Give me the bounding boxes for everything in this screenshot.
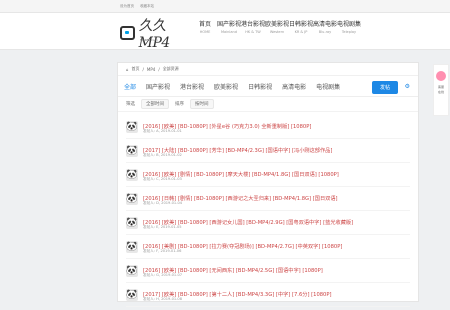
category-tabs: 全部 国产影视 港台影视 欧美影视 日韩影视 高清电影 电视剧集 发帖 ⚙	[118, 76, 418, 97]
thread-meta: 发帖人: D, 2019-01-04	[143, 201, 183, 205]
avatar: 🐼	[126, 288, 138, 301]
site-logo[interactable]: 久久MP4 Mp4Ba.com	[120, 18, 190, 51]
home-icon[interactable]: ⌂	[126, 67, 129, 72]
list-item[interactable]: 🐼 [2017] [欧美] [BD-1080P] [第十二人] [BD-MP4/…	[126, 283, 410, 307]
filter-bar: 筛选 全部时间 排序 按时间	[118, 97, 418, 112]
sort-select[interactable]: 按时间	[190, 99, 214, 109]
nav-blu-ray[interactable]: 高清电影 Blu-ray	[313, 19, 337, 43]
thread-meta: 发帖人: E, 2019-01-05	[143, 225, 182, 229]
breadcrumb-home[interactable]: 首页	[132, 66, 140, 72]
filter-label: 筛选	[126, 102, 135, 107]
avatar: 🐼	[126, 192, 138, 205]
nav-western[interactable]: 欧美影视 Western	[265, 19, 289, 43]
settings-icon[interactable]: ⚙	[405, 83, 410, 90]
avatar: 🐼	[126, 168, 138, 181]
logo-text: 久久MP4	[138, 18, 171, 51]
breadcrumb-all: 全部资源	[162, 66, 179, 71]
list-item[interactable]: 🐼 [2016] [欧美] [BD-1080P] [外星e谷 (巧克力3.0) …	[126, 115, 410, 139]
thread-meta: 发帖人: A, 2019-01-01	[143, 129, 182, 133]
list-item[interactable]: 🐼 [2016] [欧美] [BD-1080P] [西游记女儿国] [BD-MP…	[126, 211, 410, 235]
tab-blu-ray[interactable]: 高清电影	[282, 82, 306, 91]
list-item[interactable]: 🐼 [2016] [日韩] [剧情] [BD-1080P] [西游记之大圣归来]…	[126, 187, 410, 211]
logo-subtitle: Mp4Ba.com	[140, 38, 158, 42]
nav-teleplay[interactable]: 电视剧集 Teleplay	[337, 19, 361, 43]
site-header: 久久MP4 Mp4Ba.com 首页 HOME 国产影视 Mainland 港台…	[0, 13, 450, 51]
tab-mainland[interactable]: 国产影视	[146, 82, 170, 91]
tab-western[interactable]: 欧美影视	[214, 82, 238, 91]
thread-meta: 发帖人: C, 2019-01-03	[143, 177, 182, 181]
avatar: 🐼	[126, 144, 138, 157]
avatar: 🐼	[126, 216, 138, 229]
content-panel: ⌂ 首页 / MP4 / 全部资源 全部 国产影视 港台影视 欧美影视 日韩影视…	[117, 62, 419, 307]
list-item[interactable]: 🐼 [2017] [大陆] [BD-1080P] [芳华] [BD-MP4/2.…	[126, 139, 410, 163]
list-item[interactable]: 🐼 [2016] [欧美] [剧情] [BD-1080P] [摩天大楼] [BD…	[126, 163, 410, 187]
side-widget[interactable]: 客服 在线	[433, 64, 449, 116]
bookmark-link[interactable]: 收藏本站	[140, 4, 154, 9]
post-button[interactable]: 发帖	[371, 81, 398, 94]
sort-label: 排序	[175, 102, 184, 107]
nav-kr-jp[interactable]: 日韩影视 KR & JP	[289, 19, 313, 43]
thread-meta: 发帖人: G, 2019-01-07	[143, 273, 183, 277]
avatar: 🐼	[126, 264, 138, 277]
logo-icon	[120, 26, 135, 40]
avatar	[436, 71, 446, 81]
widget-label-2: 在线	[437, 90, 444, 94]
main-nav: 首页 HOME 国产影视 Mainland 港台影视 HK & TW 欧美影视 …	[193, 19, 361, 43]
topbar: 设为首页 收藏本站	[0, 0, 450, 13]
breadcrumb-mp4[interactable]: MP4	[147, 67, 155, 72]
tab-teleplay[interactable]: 电视剧集	[316, 82, 340, 91]
thread-meta: 发帖人: F, 2019-01-06	[143, 249, 182, 253]
time-filter-select[interactable]: 全部时间	[141, 99, 169, 109]
list-item[interactable]: 🐼 [2016] [欧美] [BD-1080P] [无间西东] [BD-MP4/…	[126, 259, 410, 283]
nav-hk-tw[interactable]: 港台影视 HK & TW	[241, 19, 265, 43]
list-item[interactable]: 🐼 [2016] [美剧] [BD-1080P] [拉力赛(夺冠剧场)] [BD…	[126, 235, 410, 259]
nav-home[interactable]: 首页 HOME	[193, 19, 217, 43]
tab-kr-jp[interactable]: 日韩影视	[248, 82, 272, 91]
breadcrumb: ⌂ 首页 / MP4 / 全部资源	[118, 63, 418, 76]
nav-mainland[interactable]: 国产影视 Mainland	[217, 19, 241, 43]
thread-meta: 发帖人: B, 2019-01-02	[143, 153, 182, 157]
thread-list: 🐼 [2016] [欧美] [BD-1080P] [外星e谷 (巧克力3.0) …	[118, 112, 418, 310]
tab-all[interactable]: 全部	[124, 82, 136, 91]
avatar: 🐼	[126, 120, 138, 133]
avatar: 🐼	[126, 240, 138, 253]
tab-hk-tw[interactable]: 港台影视	[180, 82, 204, 91]
set-homepage-link[interactable]: 设为首页	[120, 4, 134, 9]
